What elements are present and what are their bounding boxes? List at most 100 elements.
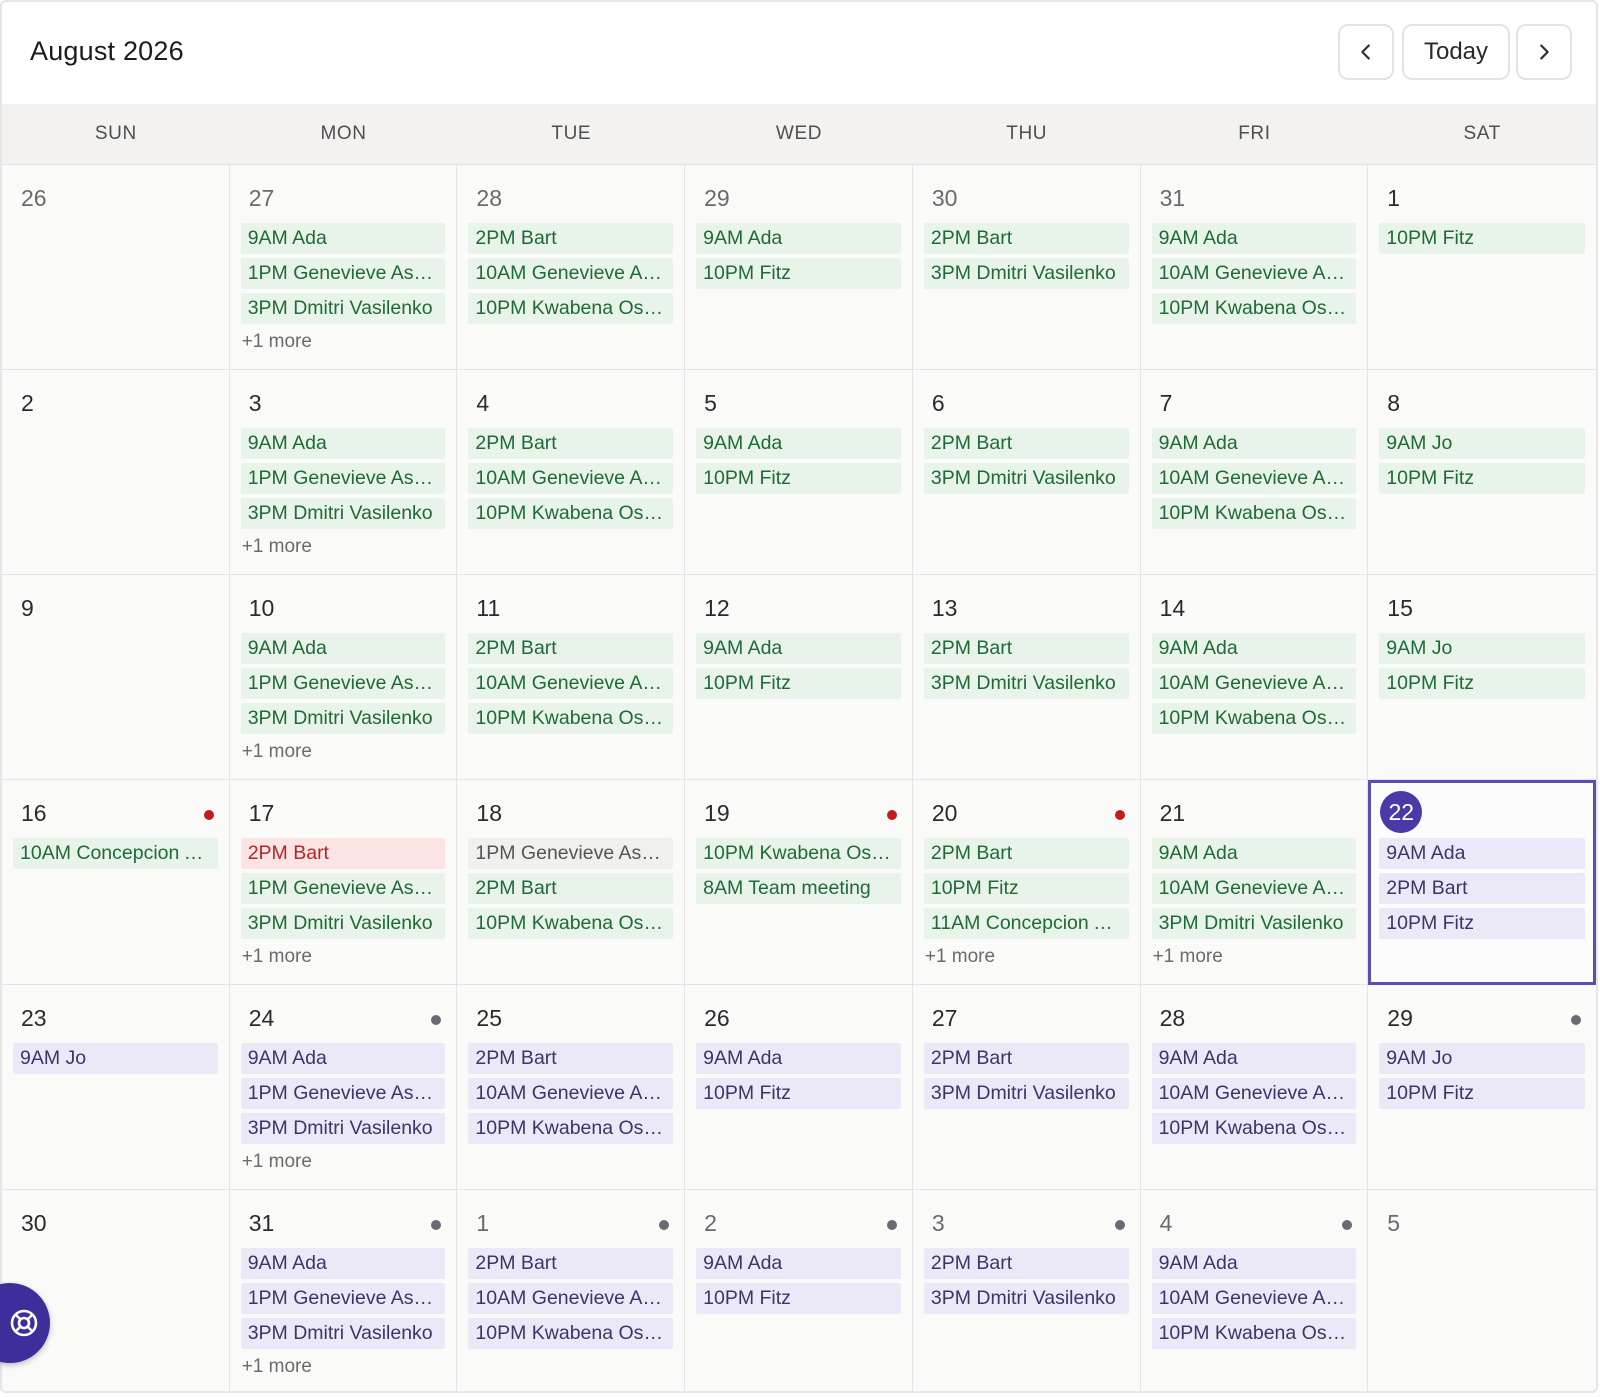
- next-month-button[interactable]: [1516, 24, 1572, 80]
- day-cell[interactable]: 28 2PM Bart 10AM Genevieve As... 10PM Kwabe…: [457, 165, 686, 370]
- calendar-event[interactable]: 10PM Kwabena Ose...: [468, 1113, 674, 1144]
- calendar-event[interactable]: 2PM Bart: [923, 633, 1129, 664]
- calendar-event[interactable]: 9AM Ada: [1379, 838, 1585, 869]
- calendar-event[interactable]: 10PM Kwabena Ose...: [1151, 703, 1357, 734]
- day-cell[interactable]: 23 9AM Jo: [2, 985, 230, 1190]
- day-cell[interactable]: 4 9AM Ada 10AM Genevieve As... 10PM Kwabena…: [1140, 1190, 1369, 1391]
- day-cell[interactable]: 29 9AM Jo 10PM Fitz: [1368, 985, 1596, 1190]
- calendar-event[interactable]: 9AM Ada: [1151, 223, 1357, 254]
- calendar-event[interactable]: 10PM Fitz: [696, 1283, 901, 1314]
- day-cell[interactable]: 26 9AM Ada 10PM Fitz: [685, 985, 913, 1190]
- calendar-event[interactable]: 2PM Bart: [468, 223, 674, 254]
- more-events-link[interactable]: +1 more: [241, 739, 446, 765]
- day-cell[interactable]: 29 9AM Ada 10PM Fitz: [685, 165, 913, 370]
- calendar-event[interactable]: 9AM Ada: [696, 223, 901, 254]
- day-cell[interactable]: 1 10PM Fitz: [1368, 165, 1596, 370]
- day-cell[interactable]: 18 1PM Genevieve Ash... 2PM Bart 10PM Kwabe…: [457, 780, 686, 985]
- day-cell[interactable]: 30: [2, 1190, 230, 1391]
- calendar-event[interactable]: 1PM Genevieve Ash...: [240, 873, 446, 904]
- calendar-event[interactable]: 10PM Fitz: [923, 873, 1129, 904]
- calendar-event[interactable]: 10PM Kwabena Ose...: [1151, 293, 1357, 324]
- calendar-event[interactable]: 9AM Ada: [696, 428, 901, 459]
- calendar-event[interactable]: 3PM Dmitri Vasilenko: [923, 463, 1129, 494]
- day-cell[interactable]: 12 9AM Ada 10PM Fitz: [685, 575, 913, 780]
- day-cell[interactable]: 26: [2, 165, 230, 370]
- calendar-event[interactable]: 3PM Dmitri Vasilenko: [923, 1078, 1129, 1109]
- calendar-event[interactable]: 2PM Bart: [1379, 873, 1585, 904]
- calendar-event[interactable]: 1PM Genevieve Ash...: [240, 463, 446, 494]
- calendar-event[interactable]: 2PM Bart: [923, 838, 1129, 869]
- more-events-link[interactable]: +1 more: [241, 944, 446, 970]
- day-cell[interactable]: 21 9AM Ada 10AM Genevieve As... 3PM Dmitri …: [1140, 780, 1369, 985]
- more-events-link[interactable]: +1 more: [1152, 944, 1357, 970]
- calendar-event[interactable]: 10PM Fitz: [1379, 1078, 1585, 1109]
- calendar-event[interactable]: 9AM Jo: [1379, 428, 1585, 459]
- calendar-event[interactable]: 3PM Dmitri Vasilenko: [240, 908, 446, 939]
- calendar-event[interactable]: 10PM Kwabena Ose...: [468, 703, 674, 734]
- day-cell[interactable]: 31 9AM Ada 1PM Genevieve Ash... 3PM Dmitri …: [229, 1190, 458, 1391]
- calendar-event[interactable]: 3PM Dmitri Vasilenko: [240, 1113, 446, 1144]
- day-cell[interactable]: 14 9AM Ada 10AM Genevieve As... 10PM Kwaben…: [1140, 575, 1369, 780]
- calendar-event[interactable]: 2PM Bart: [468, 633, 674, 664]
- calendar-event[interactable]: 10AM Concepcion A...: [13, 838, 218, 869]
- calendar-event[interactable]: 3PM Dmitri Vasilenko: [1151, 908, 1357, 939]
- calendar-event[interactable]: 8AM Team meeting: [696, 873, 901, 904]
- calendar-event[interactable]: 10AM Genevieve As...: [468, 1283, 674, 1314]
- calendar-event[interactable]: 9AM Ada: [1151, 1248, 1357, 1279]
- calendar-event[interactable]: 10PM Kwabena Ose...: [1151, 1113, 1357, 1144]
- more-events-link[interactable]: +1 more: [241, 1149, 446, 1175]
- calendar-event[interactable]: 9AM Ada: [240, 633, 446, 664]
- calendar-event[interactable]: 10PM Kwabena Ose...: [1151, 498, 1357, 529]
- calendar-event[interactable]: 10AM Genevieve As...: [1151, 1283, 1357, 1314]
- calendar-event[interactable]: 10PM Fitz: [696, 668, 901, 699]
- calendar-event[interactable]: 10AM Genevieve As...: [1151, 668, 1357, 699]
- calendar-event[interactable]: 10PM Kwabena Ose...: [468, 908, 674, 939]
- calendar-event[interactable]: 9AM Ada: [240, 428, 446, 459]
- calendar-event[interactable]: 10AM Genevieve As...: [468, 1078, 674, 1109]
- day-cell[interactable]: 16 10AM Concepcion A...: [2, 780, 230, 985]
- calendar-event[interactable]: 10PM Kwabena Ose...: [468, 293, 674, 324]
- calendar-event[interactable]: 9AM Ada: [1151, 838, 1357, 869]
- day-cell-today[interactable]: 22 9AM Ada 2PM Bart 10PM Fitz: [1368, 780, 1596, 985]
- calendar-event[interactable]: 10AM Genevieve As...: [1151, 1078, 1357, 1109]
- day-cell[interactable]: 7 9AM Ada 10AM Genevieve As... 10PM Kwabena…: [1140, 370, 1369, 575]
- day-cell[interactable]: 31 9AM Ada 10AM Genevieve As... 10PM Kwaben…: [1140, 165, 1369, 370]
- calendar-event[interactable]: 10AM Genevieve As...: [1151, 258, 1357, 289]
- day-cell[interactable]: 5: [1368, 1190, 1596, 1391]
- day-cell[interactable]: 28 9AM Ada 10AM Genevieve As... 10PM Kwaben…: [1140, 985, 1369, 1190]
- day-cell[interactable]: 24 9AM Ada 1PM Genevieve Ash... 3PM Dmitri …: [229, 985, 458, 1190]
- calendar-event[interactable]: 1PM Genevieve Ash...: [240, 258, 446, 289]
- calendar-event[interactable]: 10PM Fitz: [1379, 463, 1585, 494]
- day-cell[interactable]: 30 2PM Bart 3PM Dmitri Vasilenko: [912, 165, 1141, 370]
- day-cell[interactable]: 27 2PM Bart 3PM Dmitri Vasilenko: [912, 985, 1141, 1190]
- calendar-event[interactable]: 9AM Ada: [240, 1248, 446, 1279]
- calendar-event[interactable]: 9AM Ada: [240, 1043, 446, 1074]
- more-events-link[interactable]: +1 more: [241, 329, 446, 355]
- calendar-event[interactable]: 1PM Genevieve Ash...: [468, 838, 674, 869]
- calendar-event[interactable]: 10PM Kwabena Ose...: [1151, 1318, 1357, 1349]
- calendar-event[interactable]: 2PM Bart: [468, 428, 674, 459]
- previous-month-button[interactable]: [1338, 24, 1394, 80]
- calendar-event[interactable]: 9AM Ada: [696, 633, 901, 664]
- calendar-event[interactable]: 2PM Bart: [468, 873, 674, 904]
- calendar-event[interactable]: 10PM Fitz: [1379, 668, 1585, 699]
- calendar-event[interactable]: 2PM Bart: [923, 428, 1129, 459]
- more-events-link[interactable]: +1 more: [241, 534, 446, 560]
- calendar-event[interactable]: 1PM Genevieve Ash...: [240, 1078, 446, 1109]
- day-cell[interactable]: 6 2PM Bart 3PM Dmitri Vasilenko: [912, 370, 1141, 575]
- calendar-event[interactable]: 2PM Bart: [468, 1043, 674, 1074]
- day-cell[interactable]: 2 9AM Ada 10PM Fitz: [685, 1190, 913, 1391]
- calendar-event[interactable]: 10AM Genevieve As...: [468, 463, 674, 494]
- calendar-event[interactable]: 3PM Dmitri Vasilenko: [240, 1318, 446, 1349]
- calendar-event[interactable]: 9AM Ada: [1151, 1043, 1357, 1074]
- calendar-event[interactable]: 2PM Bart: [923, 223, 1129, 254]
- calendar-event[interactable]: 2PM Bart: [240, 838, 446, 869]
- calendar-event[interactable]: 9AM Ada: [1151, 633, 1357, 664]
- calendar-event[interactable]: 11AM Concepcion A...: [923, 908, 1129, 939]
- calendar-event[interactable]: 10PM Fitz: [1379, 223, 1585, 254]
- day-cell[interactable]: 15 9AM Jo 10PM Fitz: [1368, 575, 1596, 780]
- calendar-event[interactable]: 2PM Bart: [468, 1248, 674, 1279]
- day-cell[interactable]: 17 2PM Bart 1PM Genevieve Ash... 3PM Dmitri…: [229, 780, 458, 985]
- day-cell[interactable]: 1 2PM Bart 10AM Genevieve As... 10PM Kwaben…: [457, 1190, 686, 1391]
- calendar-event[interactable]: 10PM Kwabena Ose...: [696, 838, 901, 869]
